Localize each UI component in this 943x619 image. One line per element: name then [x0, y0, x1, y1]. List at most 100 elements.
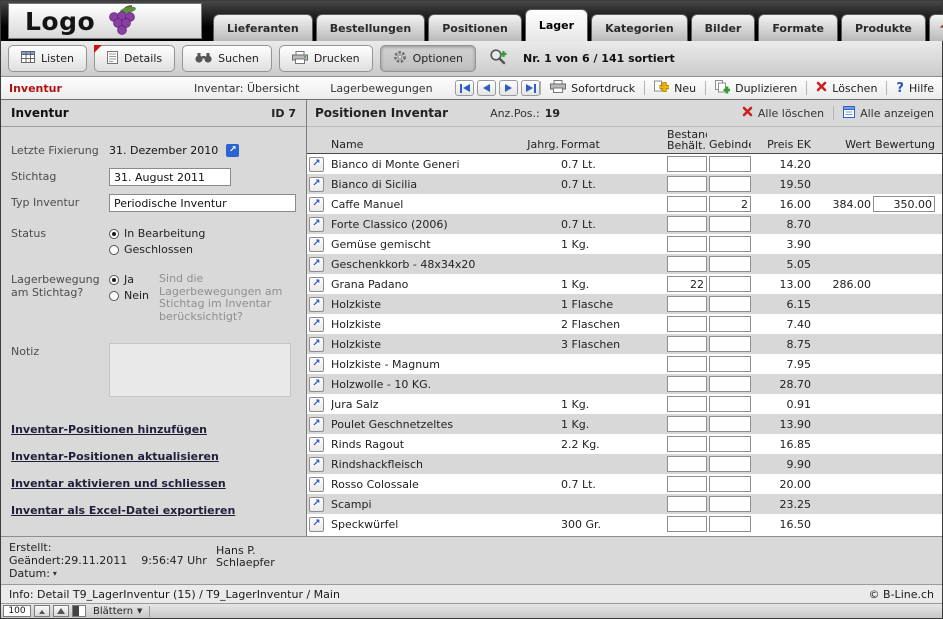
search-add-button[interactable] [489, 48, 508, 69]
bewertung-input[interactable] [873, 316, 935, 332]
next-record-button[interactable] [499, 80, 518, 96]
gebinde-input[interactable] [709, 296, 751, 312]
bestand-input[interactable] [667, 436, 707, 452]
row-detail-button[interactable]: ↗ [309, 197, 324, 212]
row-detail-button[interactable]: ↗ [309, 397, 324, 412]
bewertung-input[interactable] [873, 356, 935, 372]
suchen-button[interactable]: Suchen [182, 45, 272, 72]
tab-lieferanten[interactable]: Lieferanten [213, 14, 313, 41]
row-detail-button[interactable]: ↗ [309, 217, 324, 232]
status-option-geschlossen[interactable]: Geschlossen [109, 243, 205, 256]
bewertung-input[interactable] [873, 416, 935, 432]
row-detail-button[interactable]: ↗ [309, 177, 324, 192]
bestand-input[interactable] [667, 296, 707, 312]
zoom-level-box[interactable]: 100 [3, 605, 31, 617]
row-detail-button[interactable]: ↗ [309, 297, 324, 312]
gebinde-input[interactable] [709, 256, 751, 272]
bestand-input[interactable] [667, 416, 707, 432]
gebinde-input[interactable] [709, 376, 751, 392]
bestand-input[interactable] [667, 156, 707, 172]
bewertung-input[interactable] [873, 516, 935, 532]
mode-selector[interactable]: Blättern ▼ [89, 606, 146, 617]
bestand-input[interactable] [667, 176, 707, 192]
bewertung-input[interactable] [873, 436, 935, 452]
details-button[interactable]: Details [94, 45, 175, 72]
loeschen-button[interactable]: Löschen [816, 81, 877, 95]
gebinde-input[interactable] [709, 476, 751, 492]
bestand-input[interactable] [667, 236, 707, 252]
bewertung-input[interactable] [873, 236, 935, 252]
bewertung-input[interactable] [873, 276, 935, 292]
gebinde-input[interactable] [709, 216, 751, 232]
tab-bestellungen[interactable]: Bestellungen [316, 14, 425, 41]
typ-inventur-input[interactable] [109, 194, 296, 212]
bewertung-input[interactable] [873, 156, 935, 172]
link-excel-export[interactable]: Inventar als Excel-Datei exportieren [11, 504, 296, 517]
gebinde-input[interactable] [709, 236, 751, 252]
row-detail-button[interactable]: ↗ [309, 477, 324, 492]
bewertung-input[interactable] [873, 336, 935, 352]
zoom-out-button[interactable] [34, 605, 50, 617]
gebinde-input[interactable] [709, 436, 751, 452]
bewertung-input[interactable] [873, 176, 935, 192]
goto-fixierung-button[interactable]: ↗ [226, 144, 239, 157]
bewertung-input[interactable] [873, 376, 935, 392]
row-detail-button[interactable]: ↗ [309, 337, 324, 352]
link-positionen-aktualisieren[interactable]: Inventar-Positionen aktualisieren [11, 450, 296, 463]
alle-anzeigen-button[interactable]: Alle anzeigen [843, 106, 934, 121]
bestand-input[interactable] [667, 256, 707, 272]
notiz-input[interactable] [109, 343, 291, 397]
bewertung-input[interactable] [873, 296, 935, 312]
bestand-input[interactable] [667, 496, 707, 512]
status-option-in-bearbeitung[interactable]: In Bearbeitung [109, 227, 205, 240]
bestand-input[interactable] [667, 376, 707, 392]
menu-lagerbewegungen[interactable]: Lagerbewegungen [330, 82, 445, 95]
bewertung-input[interactable] [873, 396, 935, 412]
bestand-input[interactable] [667, 316, 707, 332]
tab-lager[interactable]: Lager [525, 9, 588, 41]
previous-record-button[interactable] [477, 80, 496, 96]
gebinde-input[interactable] [709, 516, 751, 532]
row-detail-button[interactable]: ↗ [309, 437, 324, 452]
gebinde-input[interactable] [709, 416, 751, 432]
link-aktivieren-schliessen[interactable]: Inventar aktivieren und schliessen [11, 477, 296, 490]
row-detail-button[interactable]: ↗ [309, 257, 324, 272]
bewertung-input[interactable] [873, 216, 935, 232]
tab-formate[interactable]: Formate [758, 14, 838, 41]
gebinde-input[interactable] [709, 456, 751, 472]
gebinde-input[interactable] [709, 396, 751, 412]
gebinde-input[interactable]: 2 [709, 196, 751, 212]
lagerbewegung-option-nein[interactable]: Nein [109, 289, 149, 302]
duplizieren-button[interactable]: Duplizieren [715, 80, 797, 97]
gebinde-input[interactable] [709, 176, 751, 192]
row-detail-button[interactable]: ↗ [309, 457, 324, 472]
row-detail-button[interactable]: ↗ [309, 417, 324, 432]
bewertung-input[interactable] [873, 496, 935, 512]
row-detail-button[interactable]: ↗ [309, 517, 324, 532]
row-detail-button[interactable]: ↗ [309, 357, 324, 372]
hilfe-button[interactable]: ? Hilfe [896, 81, 934, 96]
gebinde-input[interactable] [709, 276, 751, 292]
row-detail-button[interactable]: ↗ [309, 497, 324, 512]
bewertung-input[interactable]: 350.00 [873, 196, 935, 212]
menu-inventur[interactable]: Inventur [9, 82, 194, 95]
bewertung-input[interactable] [873, 476, 935, 492]
row-detail-button[interactable]: ↗ [309, 157, 324, 172]
row-detail-button[interactable]: ↗ [309, 317, 324, 332]
row-detail-button[interactable]: ↗ [309, 237, 324, 252]
last-record-button[interactable] [521, 80, 540, 96]
bestand-input[interactable] [667, 336, 707, 352]
row-detail-button[interactable]: ↗ [309, 277, 324, 292]
statusbar-toggle-button[interactable] [72, 605, 86, 617]
lagerbewegung-option-ja[interactable]: Ja [109, 273, 149, 286]
link-positionen-hinzufuegen[interactable]: Inventar-Positionen hinzufügen [11, 423, 296, 436]
bewertung-input[interactable] [873, 456, 935, 472]
tab-kategorien[interactable]: Kategorien [591, 14, 688, 41]
bestand-input[interactable] [667, 456, 707, 472]
neu-button[interactable]: Neu [654, 80, 696, 96]
bestand-input[interactable] [667, 476, 707, 492]
sofortdruck-button[interactable]: Sofortdruck [550, 80, 635, 96]
bestand-input[interactable] [667, 516, 707, 532]
optionen-button[interactable]: Optionen [380, 45, 476, 72]
gebinde-input[interactable] [709, 316, 751, 332]
